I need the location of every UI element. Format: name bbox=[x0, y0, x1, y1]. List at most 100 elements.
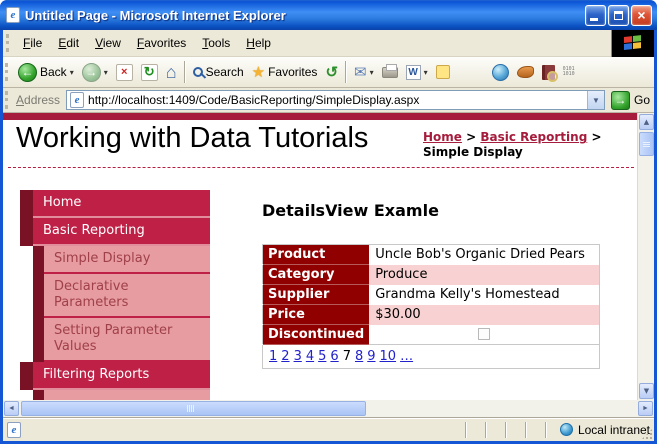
menu-file[interactable]: File bbox=[15, 32, 50, 54]
breadcrumb-separator: > bbox=[466, 130, 477, 144]
scroll-right-button[interactable]: ► bbox=[638, 401, 653, 416]
search-label: Search bbox=[205, 65, 244, 79]
toolbar-grip[interactable] bbox=[6, 34, 11, 52]
sidebar-item-label: Simple Display bbox=[44, 246, 210, 274]
toolbar-grip[interactable] bbox=[5, 91, 10, 109]
address-url[interactable]: http://localhost:1409/Code/BasicReportin… bbox=[88, 93, 587, 107]
refresh-button[interactable]: ↻ bbox=[137, 62, 162, 83]
favorites-button[interactable]: ★ Favorites bbox=[248, 61, 322, 83]
go-button[interactable]: → Go bbox=[610, 90, 650, 110]
nav-accent-block bbox=[20, 362, 33, 390]
sidebar-item-label: Declarative Parameters bbox=[44, 274, 210, 318]
dashed-divider bbox=[8, 167, 634, 168]
history-icon: ↺ bbox=[325, 64, 339, 81]
row-value-supplier: Grandma Kelly's Homestead bbox=[375, 287, 560, 302]
search-button[interactable]: Search bbox=[189, 63, 248, 81]
menu-edit[interactable]: Edit bbox=[50, 32, 87, 54]
scroll-left-button[interactable]: ◄ bbox=[4, 401, 19, 416]
pager-link-3[interactable]: 3 bbox=[294, 349, 302, 364]
pager-link-8[interactable]: 8 bbox=[355, 349, 363, 364]
scroll-down-button[interactable]: ▼ bbox=[639, 383, 654, 399]
favorites-star-icon: ★ bbox=[251, 64, 266, 81]
status-separator bbox=[504, 421, 506, 438]
toolbar-separator bbox=[345, 61, 348, 83]
menu-tools[interactable]: Tools bbox=[194, 32, 238, 54]
discontinued-checkbox[interactable] bbox=[477, 328, 490, 341]
maximize-button[interactable] bbox=[608, 4, 629, 26]
binary-addon-button[interactable]: 0101 1010 bbox=[559, 65, 579, 79]
horizontal-scrollbar[interactable]: ◄ ► bbox=[3, 400, 654, 417]
pager-link-more[interactable]: … bbox=[400, 349, 413, 364]
breadcrumb-separator: > bbox=[591, 130, 602, 144]
edit-dropdown-icon: ▾ bbox=[423, 67, 428, 77]
row-value-price: $30.00 bbox=[369, 304, 600, 325]
minimize-button[interactable] bbox=[585, 4, 606, 26]
mail-icon: ✉ bbox=[354, 64, 367, 81]
menu-view[interactable]: View bbox=[87, 32, 129, 54]
forward-button[interactable]: → ▾ bbox=[78, 61, 112, 84]
mail-button[interactable]: ✉ ▾ bbox=[350, 61, 378, 83]
sidebar-item-simple-display[interactable]: Simple Display bbox=[20, 246, 210, 274]
sidebar-item-filtering-reports[interactable]: Filtering Reports bbox=[20, 362, 210, 390]
stop-icon: × bbox=[115, 63, 133, 81]
pager-link-9[interactable]: 9 bbox=[367, 349, 375, 364]
discuss-button[interactable] bbox=[432, 63, 454, 81]
search-icon bbox=[192, 67, 203, 77]
sidebar-item-basic-reporting[interactable]: Basic Reporting bbox=[20, 218, 210, 246]
pager-link-1[interactable]: 1 bbox=[269, 349, 277, 364]
table-row: Category Produce bbox=[262, 264, 600, 285]
pager-link-6[interactable]: 6 bbox=[330, 349, 338, 364]
menu-favorites[interactable]: Favorites bbox=[129, 32, 194, 54]
home-button[interactable]: ⌂ bbox=[162, 61, 181, 83]
horizontal-scroll-thumb[interactable] bbox=[21, 401, 366, 416]
binary-icon: 0101 1010 bbox=[562, 66, 575, 77]
sidebar-item-label: Home bbox=[33, 190, 210, 218]
back-button[interactable]: ← Back ▾ bbox=[14, 61, 78, 84]
row-header-price: Price bbox=[262, 304, 370, 325]
history-button[interactable]: ↺ bbox=[321, 61, 342, 83]
forward-dropdown-icon: ▾ bbox=[103, 67, 108, 77]
row-value-category: Produce bbox=[369, 264, 600, 285]
stop-button[interactable]: × bbox=[112, 62, 137, 83]
table-row: Product Uncle Bob's Organic Dried Pears bbox=[262, 244, 600, 265]
row-value-product: Uncle Bob's Organic Dried Pears bbox=[375, 247, 585, 263]
pager-link-5[interactable]: 5 bbox=[318, 349, 326, 364]
browser-window: e Untitled Page - Microsoft Internet Exp… bbox=[0, 0, 657, 444]
maximize-icon bbox=[614, 10, 623, 20]
mail-dropdown-icon: ▾ bbox=[369, 67, 374, 77]
address-field[interactable]: e http://localhost:1409/Code/BasicReport… bbox=[66, 90, 605, 110]
sidebar-item-home[interactable]: Home bbox=[20, 190, 210, 218]
pager-link-10[interactable]: 10 bbox=[380, 349, 397, 364]
edit-with-word-button[interactable]: W ▾ bbox=[402, 63, 432, 82]
breadcrumb-section-link[interactable]: Basic Reporting bbox=[480, 130, 587, 144]
menu-help[interactable]: Help bbox=[238, 32, 279, 54]
pager-link-4[interactable]: 4 bbox=[306, 349, 314, 364]
row-header-product: Product bbox=[262, 244, 370, 265]
pager-link-2[interactable]: 2 bbox=[281, 349, 289, 364]
close-button[interactable]: × bbox=[631, 4, 652, 26]
address-dropdown-button[interactable]: ▼ bbox=[586, 91, 604, 109]
sidebar-item-setting-parameter-values[interactable]: Setting Parameter Values bbox=[20, 318, 210, 362]
nav-accent-block bbox=[33, 390, 44, 400]
toolbar-separator bbox=[183, 61, 186, 83]
vertical-scrollbar[interactable]: ▲ ▼ bbox=[637, 113, 654, 400]
table-row: Supplier Grandma Kelly's Homestead bbox=[262, 284, 600, 305]
toolbar-grip[interactable] bbox=[5, 63, 10, 81]
ie-page-icon: e bbox=[7, 421, 21, 438]
sidebar-item-clipped[interactable] bbox=[20, 390, 210, 400]
vertical-scroll-thumb[interactable] bbox=[639, 132, 654, 156]
pager: 1 2 3 4 5 6 7 8 9 10… bbox=[262, 344, 600, 369]
sidebar-item-label: Setting Parameter Values bbox=[44, 318, 210, 362]
security-zone-label: Local intranet bbox=[577, 422, 650, 437]
ie-page-icon: e bbox=[6, 7, 20, 23]
scroll-up-button[interactable]: ▲ bbox=[639, 114, 654, 130]
breadcrumb-home-link[interactable]: Home bbox=[423, 130, 462, 144]
nav-accent-block bbox=[33, 274, 44, 318]
sidebar-item-declarative-parameters[interactable]: Declarative Parameters bbox=[20, 274, 210, 318]
messenger-button[interactable] bbox=[488, 62, 513, 83]
addon-button[interactable] bbox=[513, 64, 538, 80]
print-button[interactable] bbox=[378, 63, 402, 80]
back-icon: ← bbox=[18, 62, 37, 82]
nav-accent-block bbox=[20, 218, 33, 246]
research-button[interactable] bbox=[538, 63, 559, 82]
